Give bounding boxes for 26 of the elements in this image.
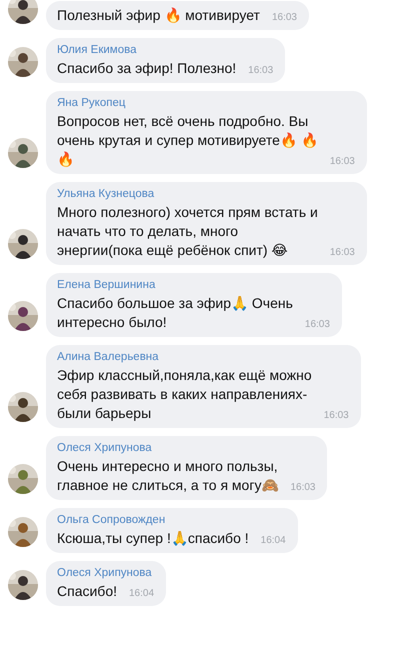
message-text: Полезный эфир 🔥 мотивирует xyxy=(57,6,260,25)
message-text: Спасибо! xyxy=(57,582,117,601)
message-time: 16:03 xyxy=(247,64,274,78)
author-name[interactable]: Олеся Хрипунова xyxy=(57,441,316,456)
author-name[interactable]: Алина Валерьевна xyxy=(57,350,349,365)
message-text: Много полезного) хочется прям встать и начать что то делать, много энергии(пока ещё ребёнок спит) 😂 xyxy=(57,203,318,260)
message-text: Ксюша,ты супер !🙏спасибо ! xyxy=(57,529,249,548)
message-text: Очень интересно и много пользы, главное не слиться, а то я могу🙈 xyxy=(57,457,278,495)
message-time: 16:04 xyxy=(128,587,154,601)
message-time: 16:03 xyxy=(270,11,297,25)
author-name[interactable]: Олеся Хрипунова xyxy=(57,566,154,581)
message-text: Спасибо за эфир! Полезно! xyxy=(57,59,236,78)
message-time: 16:03 xyxy=(304,318,330,332)
author-name[interactable]: Ульяна Кузнецова xyxy=(57,187,355,202)
author-name[interactable]: Юлия Екимова xyxy=(57,43,274,58)
message-time: 16:03 xyxy=(322,409,349,423)
message-time: 16:03 xyxy=(328,246,355,260)
author-name[interactable]: Яна Рукопец xyxy=(57,96,355,111)
author-name[interactable]: Ольга Сопровожден xyxy=(57,513,286,528)
author-name[interactable]: Елена Вершинина xyxy=(57,278,330,293)
message-text: Эфир классный,поняла,как ещё можно себя развивать в каких направлениях- были барьеры xyxy=(57,366,312,423)
message-time: 16:03 xyxy=(289,481,316,495)
message-time: 16:04 xyxy=(260,534,286,548)
message-time: 16:03 xyxy=(328,155,355,169)
message-text: Вопросов нет, всё очень подробно. Вы очень крутая и супер мотивируете🔥 🔥 🔥 xyxy=(57,112,318,169)
message-text: Спасибо большое за эфир🙏 Очень интересно было! xyxy=(57,294,293,332)
